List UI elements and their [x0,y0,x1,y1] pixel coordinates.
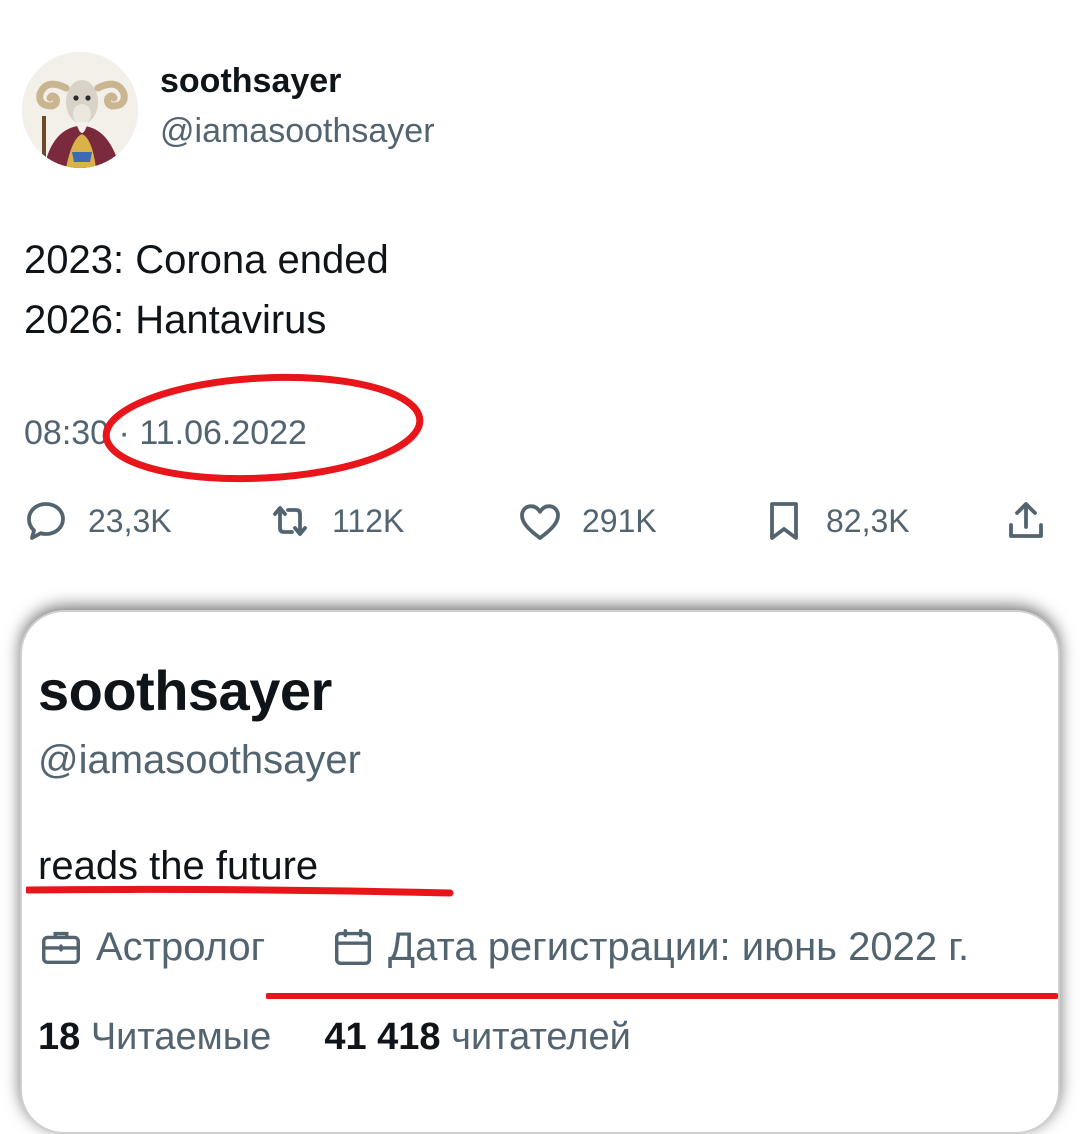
bookmark-count: 82,3K [826,502,910,539]
followers-label: читателей [451,1016,631,1058]
tweet: soothsayer @iamasoothsayer 2023: Corona … [0,0,1080,600]
profile-bio: reads the future [38,844,319,888]
retweet-count: 112K [332,502,405,539]
share-icon [1009,502,1043,538]
like-count: 291K [582,502,657,539]
following-link[interactable]: 18 Читаемые [38,1016,271,1058]
share-button[interactable] [1002,496,1050,546]
tweet-text-line-1: 2023: Corona ended [24,238,389,282]
tweet-actions: 23,3K 112K 291K 82,3K [22,496,1062,546]
profile-handle: @iamasoothsayer [38,738,361,782]
profile-stats: 18 Читаемые 41 418 читателей [38,1016,631,1059]
profession-text: Астролог [96,924,266,969]
tweet-handle[interactable]: @iamasoothsayer [160,112,435,151]
red-circle-annotation [102,373,424,483]
tweet-time: 08:30 [24,414,110,452]
red-underline-annotation [26,885,454,897]
reply-count: 23,3K [88,502,172,539]
heart-icon [520,504,560,540]
followers-count: 41 418 [324,1016,441,1058]
like-button[interactable]: 291K [516,496,657,546]
tweet-text-line-2: 2026: Hantavirus [24,298,327,342]
join-date-text: Дата регистрации: июнь 2022 г. [388,924,970,969]
profile-card: soothsayer @iamasoothsayer reads the fut… [20,610,1060,1134]
tweet-display-name[interactable]: soothsayer [160,62,341,101]
briefcase-icon [42,931,80,965]
following-label: Читаемые [90,1016,272,1058]
calendar-icon [334,928,372,966]
followers-link[interactable]: 41 418 читателей [324,1016,630,1058]
following-count: 18 [38,1016,81,1058]
profile-profession: Астролог [38,924,265,970]
profile-display-name: soothsayer [38,659,332,722]
bookmark-button[interactable]: 82,3K [760,496,910,546]
red-underline-annotation-2 [266,993,1058,999]
reply-icon [27,502,65,540]
retweet-icon [273,506,307,536]
reply-button[interactable]: 23,3K [22,496,172,546]
retweet-button[interactable]: 112K [266,496,404,546]
profile-join-date: Дата регистрации: июнь 2022 г. [330,924,969,970]
bookmark-icon [770,502,798,540]
avatar[interactable] [22,52,138,168]
